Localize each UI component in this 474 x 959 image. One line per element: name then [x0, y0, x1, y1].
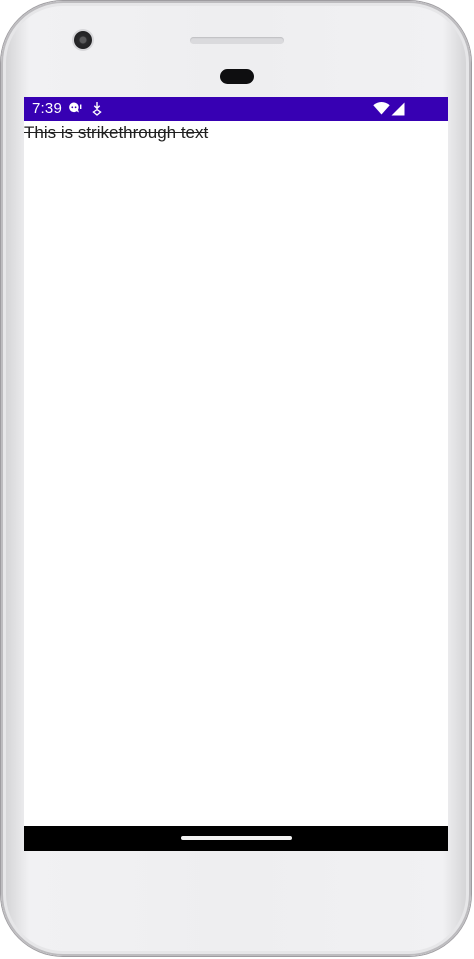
strikethrough-text: This is strikethrough text [24, 123, 209, 142]
status-time: 7:39 [32, 100, 62, 117]
navigation-bar [24, 826, 448, 851]
phone-frame: 7:39 This is strikethrough text [1, 1, 471, 956]
proximity-sensor [220, 69, 254, 84]
earpiece-speaker [190, 37, 284, 44]
screen: 7:39 This is strikethrough text [24, 97, 448, 851]
chat-notification-icon [69, 102, 82, 113]
front-camera [74, 31, 92, 49]
download-notification-icon [92, 102, 102, 116]
wifi-icon [373, 102, 390, 115]
status-bar: 7:39 [24, 97, 448, 121]
cell-signal-icon [391, 102, 405, 116]
home-gesture-pill[interactable] [181, 836, 292, 840]
